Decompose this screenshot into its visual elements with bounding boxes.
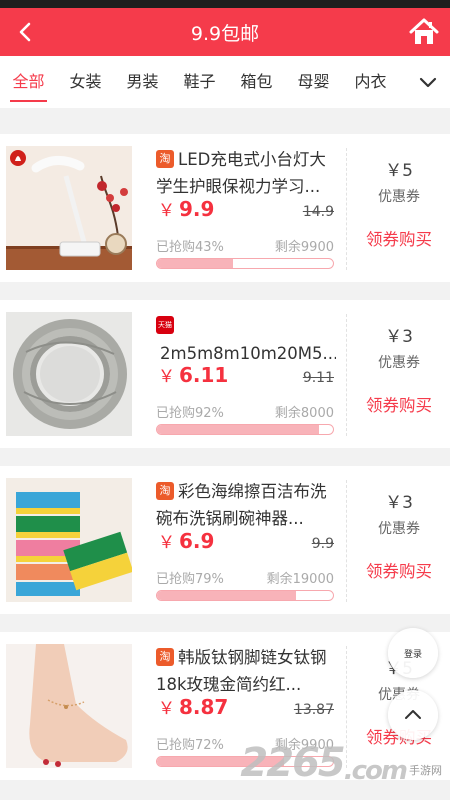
coupon-value: ￥3	[385, 327, 413, 347]
tab-bags[interactable]: 箱包	[228, 56, 285, 108]
tab-men[interactable]: 男装	[114, 56, 171, 108]
product-price: ￥ 9.9	[158, 197, 215, 221]
remaining-count: 剩余19000	[266, 572, 334, 587]
tab-all[interactable]: 全部	[0, 56, 57, 108]
progress-fill	[157, 425, 319, 434]
login-float-button[interactable]: 登录	[388, 628, 438, 678]
product-title[interactable]: LED充电式小台灯大学生护眼保视力学习...	[156, 146, 336, 202]
original-price: 9.9	[311, 536, 334, 552]
remaining-count: 剩余9900	[274, 240, 334, 255]
product-image-sponge[interactable]	[6, 478, 132, 602]
chevron-up-icon	[405, 710, 421, 719]
sold-percent: 已抢购72%	[156, 738, 224, 753]
product-card[interactable]: 天猫 2m5m8m10m20M5... ￥ 6.11 9.11 已抢购92% 剩余…	[0, 300, 450, 448]
coupon-divider	[346, 480, 347, 602]
claim-coupon-button[interactable]: 领券购买	[348, 226, 450, 250]
sold-percent: 已抢购43%	[156, 240, 224, 255]
coupon-label: 优惠券	[378, 189, 420, 205]
tab-women[interactable]: 女装	[57, 56, 114, 108]
product-image-desk-lamp[interactable]	[6, 146, 132, 270]
status-bar	[0, 0, 450, 8]
product-image-anklet[interactable]	[6, 644, 132, 768]
tab-underwear[interactable]: 内衣	[342, 56, 399, 108]
chevron-down-icon[interactable]	[416, 70, 440, 94]
sold-progress-bar	[156, 258, 334, 269]
original-price: 13.87	[293, 702, 334, 718]
watermark-site: 手游网	[409, 764, 442, 777]
progress-fill	[157, 591, 297, 600]
coupon-label: 优惠券	[378, 355, 420, 371]
product-price: ￥ 6.9	[158, 529, 215, 553]
product-title[interactable]: 韩版钛钢脚链女钛钢18k玫瑰金简约红...	[156, 644, 336, 700]
original-price: 9.11	[302, 370, 334, 386]
tmall-badge-icon: 天猫	[156, 316, 174, 334]
claim-coupon-button[interactable]: 领券购买	[348, 392, 450, 416]
watermark-number: 2265	[240, 740, 345, 786]
scroll-top-button[interactable]	[388, 690, 438, 740]
progress-fill	[157, 259, 233, 268]
sold-percent: 已抢购79%	[156, 572, 224, 587]
home-icon[interactable]	[408, 16, 440, 48]
sold-percent: 已抢购92%	[156, 406, 224, 421]
back-arrow-icon[interactable]	[12, 18, 40, 46]
product-card[interactable]: 淘 LED充电式小台灯大学生护眼保视力学习... ￥ 9.9 14.9 已抢购43…	[0, 134, 450, 282]
login-label: 登录	[403, 649, 422, 660]
header-bar: 9.9包邮	[0, 8, 450, 56]
watermark-domain: .com	[343, 756, 408, 786]
product-image-cable-coil[interactable]	[6, 312, 132, 436]
remaining-count: 剩余8000	[274, 406, 334, 421]
tab-baby[interactable]: 母婴	[285, 56, 342, 108]
product-price: ￥ 6.11	[158, 363, 229, 387]
product-card[interactable]: 淘 彩色海绵擦百洁布洗碗布洗锅刷碗神器... ￥ 6.9 9.9 已抢购79% 剩…	[0, 466, 450, 614]
sold-progress-bar	[156, 424, 334, 435]
claim-coupon-button[interactable]: 领券购买	[348, 558, 450, 582]
category-tabs: 全部 女装 男装 鞋子 箱包 母婴 内衣	[0, 56, 450, 108]
product-title[interactable]: 彩色海绵擦百洁布洗碗布洗锅刷碗神器...	[156, 478, 336, 534]
coupon-divider	[346, 314, 347, 436]
coupon-value: ￥5	[385, 161, 413, 181]
coupon-label: 优惠券	[378, 521, 420, 537]
product-price: ￥ 8.87	[158, 695, 229, 719]
tab-shoes[interactable]: 鞋子	[171, 56, 228, 108]
sold-progress-bar	[156, 590, 334, 601]
site-watermark: 2265 .com 手游网	[240, 740, 442, 786]
coupon-value: ￥3	[385, 493, 413, 513]
coupon-divider	[346, 148, 347, 270]
page-title: 9.9包邮	[190, 22, 260, 45]
original-price: 14.9	[302, 204, 334, 220]
